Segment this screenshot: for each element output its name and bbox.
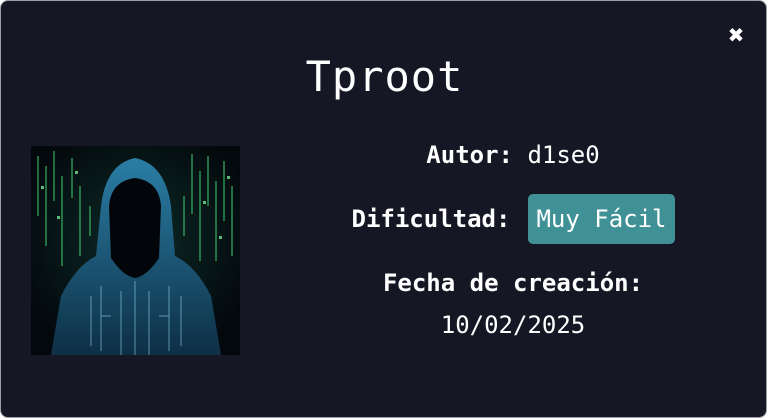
- hooded-hacker-image: [31, 146, 240, 355]
- difficulty-row: Dificultad: Muy Fácil: [263, 193, 763, 245]
- creation-date-label-text: Fecha de creación:: [382, 269, 644, 297]
- creation-date-value: 10/02/2025: [263, 307, 763, 343]
- creation-date-label: Fecha de creación:: [263, 265, 763, 301]
- machine-title: Tproot: [305, 52, 464, 101]
- author-value: d1se0: [527, 141, 600, 169]
- difficulty-badge: Muy Fácil: [528, 194, 675, 244]
- machine-avatar-image: [31, 146, 240, 355]
- author-row: Autor: d1se0: [263, 137, 763, 173]
- machine-info-modal: ✖ Tproot Autor: d1se0 Dificultad: Muy Fá…: [0, 0, 767, 418]
- close-icon[interactable]: ✖: [723, 21, 749, 49]
- author-label: Autor:: [426, 141, 513, 169]
- creation-date-value-text: 10/02/2025: [440, 311, 586, 339]
- difficulty-label: Dificultad:: [351, 205, 511, 233]
